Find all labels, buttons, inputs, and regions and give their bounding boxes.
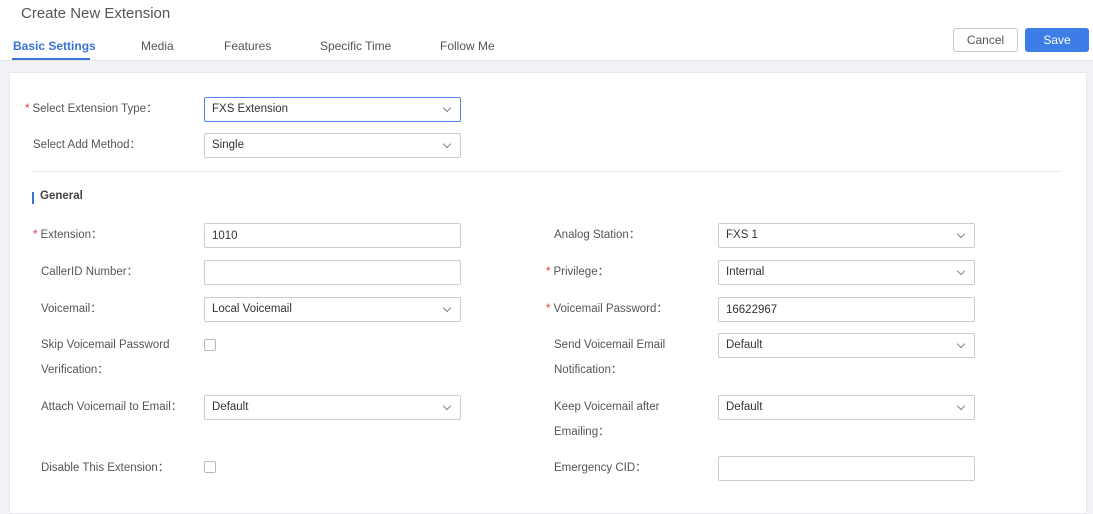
chevron-down-icon <box>442 103 452 113</box>
keep-vm-after-emailing-label-line2: Emailing： <box>554 426 610 438</box>
add-method-value: Single <box>212 139 244 151</box>
tab-follow-me[interactable]: Follow Me <box>440 39 495 53</box>
attach-vm-email-label: Attach Voicemail to Email： <box>41 401 183 413</box>
voicemail-password-label: * Voicemail Password： <box>546 303 668 315</box>
voicemail-password-input[interactable] <box>718 297 975 322</box>
privilege-value: Internal <box>726 266 765 278</box>
section-title-general: General <box>40 190 83 202</box>
analog-station-value: FXS 1 <box>726 229 758 241</box>
send-vm-email-label-line2: Notification： <box>554 364 623 376</box>
add-method-label: Select Add Method： <box>33 139 142 151</box>
section-marker <box>32 192 34 204</box>
tab-specific-time[interactable]: Specific Time <box>320 39 391 53</box>
required-marker: * <box>546 266 551 278</box>
keep-vm-after-emailing-label: Keep Voicemail after <box>554 401 660 413</box>
save-button[interactable]: Save <box>1025 28 1089 52</box>
section-divider <box>32 171 1060 172</box>
form-card <box>9 72 1087 514</box>
send-vm-email-select[interactable]: Default <box>718 333 975 358</box>
page-title: Create New Extension <box>21 5 171 22</box>
required-marker: * <box>25 103 30 115</box>
tab-basic-settings[interactable]: Basic Settings <box>13 39 96 53</box>
tab-features[interactable]: Features <box>224 39 271 53</box>
send-vm-email-label: Send Voicemail Email <box>554 339 666 351</box>
extension-type-value: FXS Extension <box>212 103 289 115</box>
send-vm-email-value: Default <box>726 339 763 351</box>
cancel-button[interactable]: Cancel <box>953 28 1018 52</box>
disable-extension-checkbox[interactable] <box>204 461 216 473</box>
keep-vm-after-emailing-select[interactable]: Default <box>718 395 975 420</box>
callerid-number-label: CallerID Number： <box>41 266 139 278</box>
chevron-down-icon <box>442 139 452 149</box>
privilege-select[interactable]: Internal <box>718 260 975 285</box>
attach-vm-email-select[interactable]: Default <box>204 395 461 420</box>
chevron-down-icon <box>956 401 966 411</box>
callerid-number-input[interactable] <box>204 260 461 285</box>
required-marker: * <box>546 303 551 315</box>
chevron-down-icon <box>442 303 452 313</box>
extension-input[interactable] <box>204 223 461 248</box>
keep-vm-after-emailing-value: Default <box>726 401 763 413</box>
voicemail-label: Voicemail： <box>41 303 102 315</box>
skip-vm-password-checkbox[interactable] <box>204 339 216 351</box>
skip-vm-password-label-line2: Verification： <box>41 364 109 376</box>
voicemail-value: Local Voicemail <box>212 303 292 315</box>
chevron-down-icon <box>956 339 966 349</box>
header-bar: Create New Extension Basic Settings Medi… <box>0 0 1093 61</box>
voicemail-select[interactable]: Local Voicemail <box>204 297 461 322</box>
analog-station-select[interactable]: FXS 1 <box>718 223 975 248</box>
chevron-down-icon <box>442 401 452 411</box>
extension-type-label: * Select Extension Type： <box>25 103 158 115</box>
extension-type-select[interactable]: FXS Extension <box>204 97 461 122</box>
attach-vm-email-value: Default <box>212 401 249 413</box>
active-tab-indicator <box>12 58 90 60</box>
extension-label: * Extension： <box>33 229 103 241</box>
privilege-label: * Privilege： <box>546 266 610 278</box>
required-marker: * <box>33 229 38 241</box>
emergency-cid-label: Emergency CID： <box>554 462 647 474</box>
analog-station-label: Analog Station： <box>554 229 641 241</box>
add-method-select[interactable]: Single <box>204 133 461 158</box>
tab-media[interactable]: Media <box>141 39 174 53</box>
emergency-cid-input[interactable] <box>718 456 975 481</box>
chevron-down-icon <box>956 229 966 239</box>
disable-extension-label: Disable This Extension： <box>41 462 170 474</box>
chevron-down-icon <box>956 266 966 276</box>
skip-vm-password-label: Skip Voicemail Password <box>41 339 170 351</box>
